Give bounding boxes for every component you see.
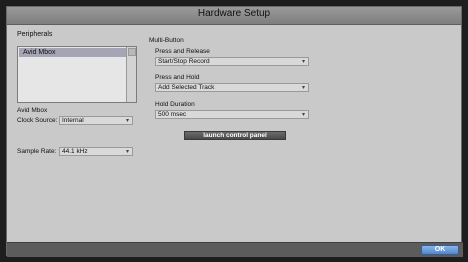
hold-duration-select[interactable]: 500 msec ▾ (155, 110, 309, 119)
title-bar: Hardware Setup (7, 7, 461, 25)
device-name-label: Avid Mbox (17, 107, 48, 114)
press-hold-select[interactable]: Add Selected Track ▾ (155, 83, 309, 92)
sample-rate-label: Sample Rate: (17, 148, 57, 155)
window-title: Hardware Setup (197, 8, 271, 19)
press-release-value: Start/Stop Record (158, 58, 210, 65)
scrollbar-thumb[interactable] (128, 48, 136, 56)
press-release-select[interactable]: Start/Stop Record ▾ (155, 57, 309, 66)
chevron-updown-icon: ▾ (301, 59, 305, 65)
peripherals-list[interactable]: Avid Mbox (17, 46, 137, 103)
clock-source-value: Internal (62, 117, 84, 124)
clock-source-label: Clock Source: (17, 117, 58, 124)
press-release-label: Press and Release (155, 48, 210, 55)
chevron-updown-icon: ▾ (125, 118, 129, 124)
peripherals-scrollbar[interactable] (126, 47, 136, 102)
peripherals-label: Peripherals (17, 31, 53, 38)
sample-rate-select[interactable]: 44.1 kHz ▾ (59, 147, 133, 156)
bottom-bar: OK (7, 242, 463, 257)
press-hold-value: Add Selected Track (158, 84, 215, 91)
peripheral-list-item[interactable]: Avid Mbox (19, 48, 127, 57)
ok-button[interactable]: OK (421, 245, 459, 255)
press-hold-label: Press and Hold (155, 74, 200, 81)
hardware-setup-window: Hardware Setup Peripherals Avid Mbox Avi… (6, 6, 463, 257)
multi-button-label: Multi-Button (149, 37, 184, 44)
chevron-updown-icon: ▾ (125, 149, 129, 155)
launch-control-panel-button[interactable]: launch control panel (184, 131, 286, 140)
sample-rate-value: 44.1 kHz (62, 148, 88, 155)
hold-duration-label: Hold Duration (155, 101, 195, 108)
chevron-updown-icon: ▾ (301, 85, 305, 91)
clock-source-select[interactable]: Internal ▾ (59, 116, 133, 125)
chevron-updown-icon: ▾ (301, 112, 305, 118)
hold-duration-value: 500 msec (158, 111, 187, 118)
